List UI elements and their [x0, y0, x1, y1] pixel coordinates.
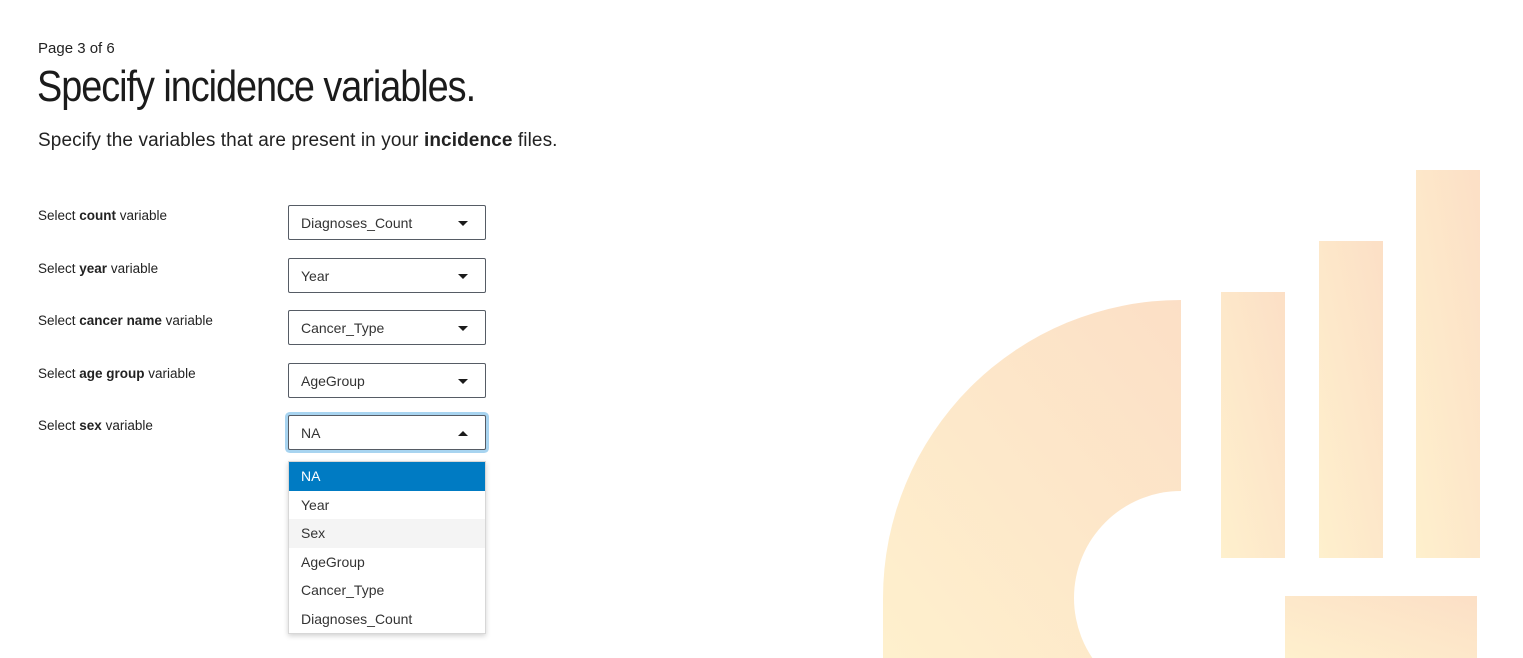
- label-bold: age group: [79, 366, 145, 381]
- sex-variable-select[interactable]: NA: [288, 415, 486, 450]
- age-group-variable-select[interactable]: AgeGroup: [288, 363, 486, 398]
- select-value: Cancer_Type: [301, 320, 385, 336]
- subtitle-bold: incidence: [423, 130, 513, 151]
- caret-down-icon: [458, 326, 468, 331]
- caret-up-icon: [458, 431, 468, 436]
- select-value: Diagnoses_Count: [301, 215, 413, 231]
- count-variable-row: Select count variable Diagnoses_Count: [38, 205, 498, 243]
- select-value: NA: [301, 425, 321, 441]
- label-prefix: Select: [38, 313, 80, 328]
- label-bold: cancer name: [79, 313, 162, 328]
- label-prefix: Select: [38, 366, 80, 381]
- label-bold: sex: [79, 418, 102, 433]
- page-indicator: Page 3 of 6: [38, 40, 115, 57]
- subtitle-suffix: files.: [512, 130, 558, 151]
- sex-variable-label: Select sex variable: [38, 418, 153, 433]
- dropdown-option[interactable]: Year: [289, 491, 485, 520]
- label-suffix: variable: [144, 366, 196, 381]
- label-suffix: variable: [161, 313, 213, 328]
- caret-down-icon: [458, 221, 468, 226]
- cancer-name-variable-row: Select cancer name variable Cancer_Type: [38, 310, 498, 348]
- dropdown-option[interactable]: Cancer_Type: [289, 576, 485, 605]
- label-prefix: Select: [38, 261, 80, 276]
- label-suffix: variable: [107, 261, 159, 276]
- select-value: Year: [301, 268, 330, 284]
- count-variable-select[interactable]: Diagnoses_Count: [288, 205, 486, 240]
- sex-variable-row: Select sex variable NA: [38, 415, 498, 453]
- label-suffix: variable: [101, 418, 153, 433]
- select-value: AgeGroup: [301, 373, 365, 389]
- sex-variable-dropdown-list: NA Year Sex AgeGroup Cancer_Type Diagnos…: [288, 461, 486, 634]
- caret-down-icon: [458, 274, 468, 279]
- label-bold: year: [79, 261, 108, 276]
- label-prefix: Select: [38, 418, 80, 433]
- page: Page 3 of 6 Specify incidence variables.…: [0, 0, 1523, 658]
- year-variable-label: Select year variable: [38, 261, 158, 276]
- dropdown-option[interactable]: Diagnoses_Count: [289, 605, 485, 634]
- subtitle-prefix: Specify the variables that are present i…: [38, 130, 424, 151]
- cancer-name-variable-label: Select cancer name variable: [38, 313, 213, 328]
- dropdown-option[interactable]: NA: [289, 462, 485, 491]
- year-variable-row: Select year variable Year: [38, 258, 498, 296]
- page-title: Specify incidence variables.: [37, 62, 476, 111]
- age-group-variable-label: Select age group variable: [38, 366, 196, 381]
- year-variable-select[interactable]: Year: [288, 258, 486, 293]
- cancer-name-variable-select[interactable]: Cancer_Type: [288, 310, 486, 345]
- page-subtitle: Specify the variables that are present i…: [38, 130, 558, 152]
- age-group-variable-row: Select age group variable AgeGroup: [38, 363, 498, 401]
- dropdown-option[interactable]: Sex: [289, 519, 485, 548]
- label-prefix: Select: [38, 208, 80, 223]
- dropdown-option[interactable]: AgeGroup: [289, 548, 485, 577]
- label-bold: count: [79, 208, 117, 223]
- count-variable-label: Select count variable: [38, 208, 167, 223]
- label-suffix: variable: [116, 208, 168, 223]
- caret-down-icon: [458, 379, 468, 384]
